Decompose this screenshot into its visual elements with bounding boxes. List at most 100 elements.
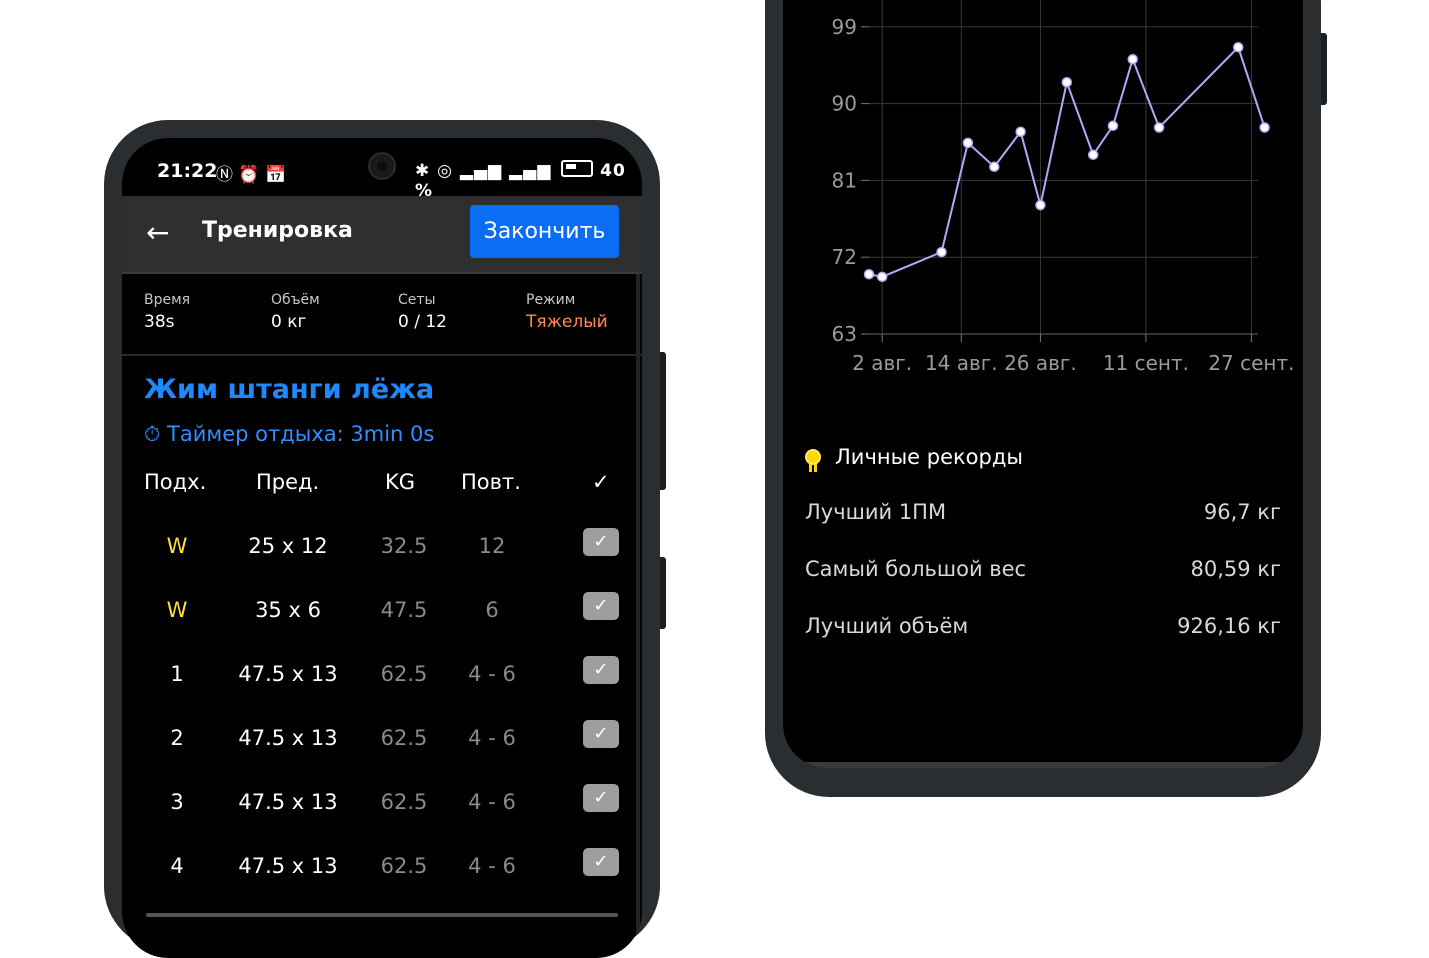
back-arrow-icon[interactable]: ← xyxy=(146,216,169,249)
table-row: W 25 x 12 32.5 12 ✓ xyxy=(122,528,642,594)
stat-label: Время xyxy=(144,292,191,308)
set-number[interactable]: 1 xyxy=(142,662,212,686)
table-row: 4 47.5 x 13 62.5 4 - 6 ✓ xyxy=(122,848,642,914)
table-row: 1 47.5 x 13 62.5 4 - 6 ✓ xyxy=(122,656,642,722)
stat-mode[interactable]: Режим Тяжелый xyxy=(526,292,608,332)
status-time: 21:22 xyxy=(157,160,218,182)
status-notification-icons: Ⓝ ⏰ 📅 xyxy=(216,165,287,185)
y-tick-label: 90 xyxy=(832,92,857,116)
kg-input[interactable]: 62.5 xyxy=(366,662,442,686)
stat-sets: Сеты 0 / 12 xyxy=(398,292,447,332)
column-header-reps: Повт. xyxy=(461,470,521,494)
set-number[interactable]: W xyxy=(142,534,212,558)
reps-input[interactable]: 4 - 6 xyxy=(452,662,532,686)
set-number[interactable]: 3 xyxy=(142,790,212,814)
set-number[interactable]: 2 xyxy=(142,726,212,750)
table-row: 2 47.5 x 13 62.5 4 - 6 ✓ xyxy=(122,720,642,786)
app-bar: ← Тренировка Закончить xyxy=(122,196,642,274)
record-value: 80,59 кг xyxy=(1190,557,1281,581)
records-title: Личные рекорды xyxy=(835,445,1023,469)
exercise-title[interactable]: Жим штанги лёжа xyxy=(144,374,434,405)
stat-label: Объём xyxy=(271,292,320,308)
record-label: Самый большой вес xyxy=(805,557,1027,581)
column-header-check-icon: ✓ xyxy=(592,470,610,494)
previous-value[interactable]: 35 x 6 xyxy=(238,598,338,622)
rest-timer[interactable]: ⏱ Таймер отдыха: 3min 0s xyxy=(144,422,434,447)
kg-input[interactable]: 62.5 xyxy=(366,854,442,878)
kg-input[interactable]: 47.5 xyxy=(366,598,442,622)
record-value: 96,7 кг xyxy=(1203,500,1281,524)
x-tick-label: 2 авг. xyxy=(852,351,912,375)
stat-value: 0 / 12 xyxy=(398,312,447,332)
previous-value[interactable]: 47.5 x 13 xyxy=(238,662,338,686)
set-complete-checkbox[interactable]: ✓ xyxy=(583,656,619,684)
table-row: W 35 x 6 47.5 6 ✓ xyxy=(122,592,642,658)
column-header-kg: KG xyxy=(385,470,416,494)
reps-input[interactable]: 4 - 6 xyxy=(452,790,532,814)
data-point xyxy=(863,269,875,280)
volume-button xyxy=(660,557,666,629)
personal-records-header: Личные рекорды xyxy=(805,445,1023,472)
page-title: Тренировка xyxy=(202,218,353,243)
set-number[interactable]: W xyxy=(142,598,212,622)
status-bar: 21:22 Ⓝ ⏰ 📅 ✱ ◎ ▂▄▆ ▂▄▆ 40 % xyxy=(122,138,642,201)
stat-value: Тяжелый xyxy=(526,312,608,332)
x-tick-label: 27 сент. xyxy=(1208,351,1294,375)
set-complete-checkbox[interactable]: ✓ xyxy=(583,720,619,748)
finish-workout-button[interactable]: Закончить xyxy=(470,205,619,258)
left-phone: 21:22 Ⓝ ⏰ 📅 ✱ ◎ ▂▄▆ ▂▄▆ 40 % ← Тренировк… xyxy=(104,120,666,958)
data-point xyxy=(989,161,1000,172)
x-tick-label: 14 авг. xyxy=(925,351,998,375)
reps-input[interactable]: 4 - 6 xyxy=(452,726,532,750)
reps-input[interactable]: 4 - 6 xyxy=(452,854,532,878)
stat-value: 0 кг xyxy=(271,312,307,332)
home-indicator xyxy=(803,762,1283,768)
record-label: Лучший объём xyxy=(805,614,969,638)
set-complete-checkbox[interactable]: ✓ xyxy=(583,784,619,812)
y-tick-label: 81 xyxy=(832,168,857,192)
record-row: Самый большой вес 80,59 кг xyxy=(805,557,1281,581)
battery-icon xyxy=(561,160,594,177)
kg-input[interactable]: 62.5 xyxy=(366,726,442,750)
data-point xyxy=(1061,77,1073,88)
previous-value[interactable]: 25 x 12 xyxy=(238,534,338,558)
data-point xyxy=(1107,120,1119,132)
scrollbar[interactable] xyxy=(636,274,640,954)
set-complete-checkbox[interactable]: ✓ xyxy=(583,592,619,620)
set-complete-checkbox[interactable]: ✓ xyxy=(583,848,619,876)
data-point xyxy=(1259,122,1270,133)
previous-value[interactable]: 47.5 x 13 xyxy=(238,790,338,814)
status-right-icons: ✱ ◎ ▂▄▆ ▂▄▆ 40 % xyxy=(415,160,642,201)
kg-input[interactable]: 32.5 xyxy=(366,534,442,558)
stat-value: 38s xyxy=(144,312,175,332)
connectivity-icons: ✱ ◎ ▂▄▆ ▂▄▆ xyxy=(415,161,552,181)
record-row: Лучший объём 926,16 кг xyxy=(805,614,1281,638)
x-tick-label: 11 сент. xyxy=(1103,351,1189,375)
set-number[interactable]: 4 xyxy=(142,854,212,878)
column-header-previous: Пред. xyxy=(256,470,320,494)
data-point xyxy=(876,271,888,283)
data-point xyxy=(1015,126,1026,138)
stat-volume: Объём 0 кг xyxy=(271,292,320,332)
kg-input[interactable]: 62.5 xyxy=(366,790,442,814)
stat-label: Режим xyxy=(526,292,576,308)
data-point xyxy=(936,246,947,258)
record-row: Лучший 1ПМ 96,7 кг xyxy=(805,500,1281,524)
y-tick-label: 99 xyxy=(832,15,857,39)
set-complete-checkbox[interactable]: ✓ xyxy=(583,528,619,556)
record-label: Лучший 1ПМ xyxy=(805,500,947,524)
previous-value[interactable]: 47.5 x 13 xyxy=(238,726,338,750)
previous-value[interactable]: 47.5 x 13 xyxy=(238,854,338,878)
stats-screen: 63728190991082 авг.14 авг.26 авг.11 сент… xyxy=(783,0,1303,768)
bottom-sheet-handle xyxy=(146,913,618,917)
column-header-set: Подх. xyxy=(144,470,207,494)
data-point xyxy=(1153,122,1165,133)
record-value: 926,16 кг xyxy=(1177,614,1281,638)
progress-chart: 63728190991082 авг.14 авг.26 авг.11 сент… xyxy=(832,0,1295,375)
reps-input[interactable]: 6 xyxy=(452,598,532,622)
y-tick-label: 63 xyxy=(832,322,857,346)
right-phone: 63728190991082 авг.14 авг.26 авг.11 сент… xyxy=(765,0,1327,797)
workout-screen: 21:22 Ⓝ ⏰ 📅 ✱ ◎ ▂▄▆ ▂▄▆ 40 % ← Тренировк… xyxy=(122,138,642,958)
power-button xyxy=(1321,33,1327,105)
reps-input[interactable]: 12 xyxy=(452,534,532,558)
